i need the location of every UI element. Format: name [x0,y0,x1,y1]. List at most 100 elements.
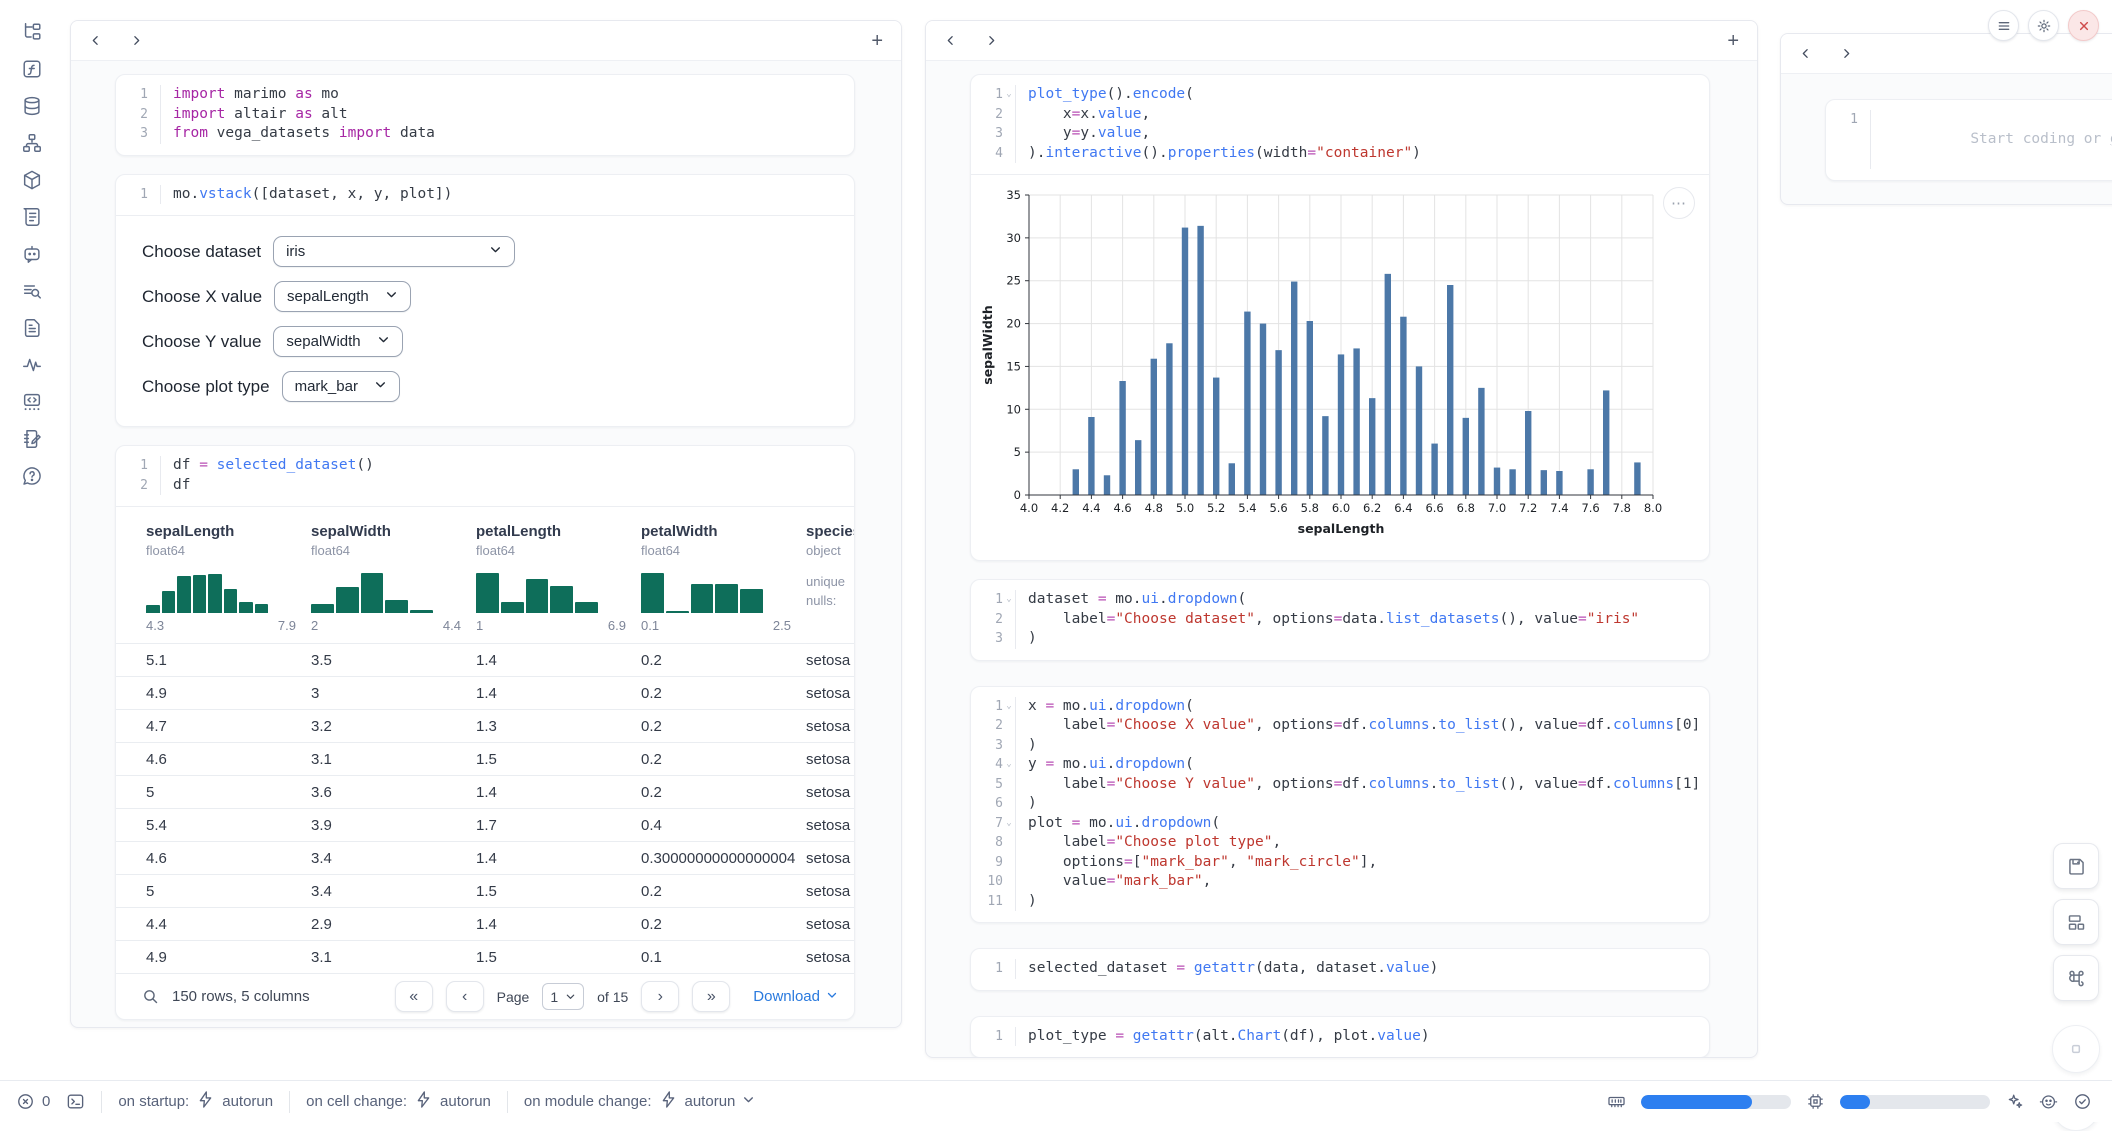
save-button[interactable] [2053,843,2099,889]
code-editor[interactable]: dataset = mo.ui.dropdown( label="Choose … [1015,590,1709,649]
x-value-select[interactable]: sepalLength [274,281,411,312]
assistant-robot-button[interactable] [2039,1092,2058,1111]
bar [1400,317,1406,495]
table-cell: setosa [806,883,854,900]
snippets-icon[interactable] [21,390,44,413]
search-icon[interactable] [142,988,159,1005]
stop-button[interactable] [2052,1025,2100,1073]
histogram-bar [239,602,253,613]
page-select[interactable]: 1 [542,983,584,1010]
packages-icon[interactable] [21,168,44,191]
add-cell-icon[interactable]: + [1727,31,1739,51]
svg-text:20: 20 [1006,317,1021,331]
plot-type-select[interactable]: mark_bar [282,371,400,402]
dependencies-icon[interactable] [21,131,44,154]
keyboard-shortcuts-button[interactable] [2053,955,2099,1001]
add-cell-icon[interactable]: + [871,31,883,51]
svg-text:10: 10 [1006,402,1021,416]
scratchpad-icon[interactable] [21,427,44,450]
histogram-bar [575,602,598,613]
column-header-petalLength[interactable]: petalLengthfloat6416.9 [476,523,641,643]
chat-icon[interactable] [21,242,44,265]
errors-indicator[interactable]: 0 [16,1092,50,1111]
close-panel-button[interactable] [2068,10,2099,41]
fold-marker[interactable]: ⌄ [1003,814,1015,834]
table-cell: 0.4 [641,817,806,834]
autorun-toggle-1[interactable]: on startup:autorun [118,1090,273,1113]
code-editor[interactable]: df = selected_dataset()df [160,456,854,495]
bar [1463,418,1469,495]
help-icon[interactable] [21,464,44,487]
gauge-fill [1641,1095,1752,1109]
table-cell: 3.5 [311,652,476,669]
ai-sparkles-button[interactable] [2005,1092,2024,1111]
column-header-species[interactable]: speciesobjectuniquenulls: [806,523,854,643]
scratchpad-editor[interactable]: Start coding or generate with [1870,110,2112,169]
code-editor[interactable]: mo.vstack([dataset, x, y, plot]) [160,185,854,205]
column-header-sepalWidth[interactable]: sepalWidthfloat6424.4 [311,523,476,643]
line-number: 2 [140,476,148,496]
panel-menu-button[interactable] [1988,10,2019,41]
column-header-petalWidth[interactable]: petalWidthfloat640.12.5 [641,523,806,643]
svg-text:8.0: 8.0 [1644,501,1662,515]
y-value-select[interactable]: sepalWidth [273,326,402,357]
file-explorer-icon[interactable] [21,20,44,43]
code-editor[interactable]: selected_dataset = getattr(data, dataset… [1015,959,1709,979]
chart-menu-button[interactable]: ⋯ [1663,187,1695,219]
memory-icon [1607,1092,1626,1111]
autorun-toggle-3[interactable]: on module change:autorun [524,1090,755,1113]
code-editor[interactable]: x = mo.ui.dropdown( label="Choose X valu… [1015,697,1709,912]
scratchpad-controls [1988,10,2099,41]
fold-marker[interactable]: ⌄ [1003,755,1015,775]
bar [1447,285,1453,495]
table-cell: 1.4 [476,916,641,933]
selected-value: mark_bar [295,378,358,395]
download-button[interactable]: Download [753,988,838,1005]
table-cell: 5.1 [146,652,311,669]
line-number: 4 [995,144,1003,164]
histogram-bar [641,573,664,613]
functions-icon[interactable] [21,57,44,80]
chevron-down-icon [385,288,398,301]
chevron-down-icon [374,378,387,395]
table-cell: 0.2 [641,685,806,702]
chevron-right-icon[interactable] [985,34,998,47]
lightning-icon [196,1090,215,1113]
table-of-contents-icon[interactable] [21,279,44,302]
chevron-right-icon[interactable] [1840,47,1853,60]
next-page-button[interactable]: › [641,981,679,1012]
chevron-right-icon[interactable] [130,34,143,47]
bar [1104,475,1110,495]
svg-text:4.2: 4.2 [1051,501,1069,515]
settings-button[interactable] [2028,10,2059,41]
datasources-icon[interactable] [21,94,44,117]
column-header-sepalLength[interactable]: sepalLengthfloat644.37.9 [146,523,311,643]
fold-marker[interactable]: ⌄ [1003,697,1015,717]
table-cell: setosa [806,850,854,867]
table-cell: 4.9 [146,949,311,966]
histogram-bar [501,602,524,613]
chevron-left-icon[interactable] [944,34,957,47]
histogram-bar [691,584,714,613]
previous-page-button[interactable]: ‹ [446,981,484,1012]
table-cell: 5 [146,883,311,900]
logs-icon[interactable] [21,205,44,228]
chevron-left-icon[interactable] [1799,47,1812,60]
autorun-toggle-2[interactable]: on cell change:autorun [306,1090,491,1113]
last-page-button[interactable]: » [692,981,730,1012]
connection-status-button[interactable] [2073,1092,2092,1111]
code-editor[interactable]: plot_type().encode( x=x.value, y=y.value… [1015,85,1709,163]
layout-button[interactable] [2053,899,2099,945]
chevron-left-icon[interactable] [89,34,102,47]
bar [1119,381,1125,495]
first-page-button[interactable]: « [395,981,433,1012]
terminal-button[interactable] [66,1092,85,1111]
tracing-icon[interactable] [21,353,44,376]
documentation-icon[interactable] [21,316,44,339]
fold-marker[interactable]: ⌄ [1003,590,1015,610]
code-editor[interactable]: plot_type = getattr(alt.Chart(df), plot.… [1015,1027,1709,1047]
code-editor[interactable]: import marimo as moimport altair as altf… [160,85,854,144]
bar [1556,471,1562,495]
fold-marker[interactable]: ⌄ [1003,85,1015,105]
dataset-select[interactable]: iris [273,236,515,267]
